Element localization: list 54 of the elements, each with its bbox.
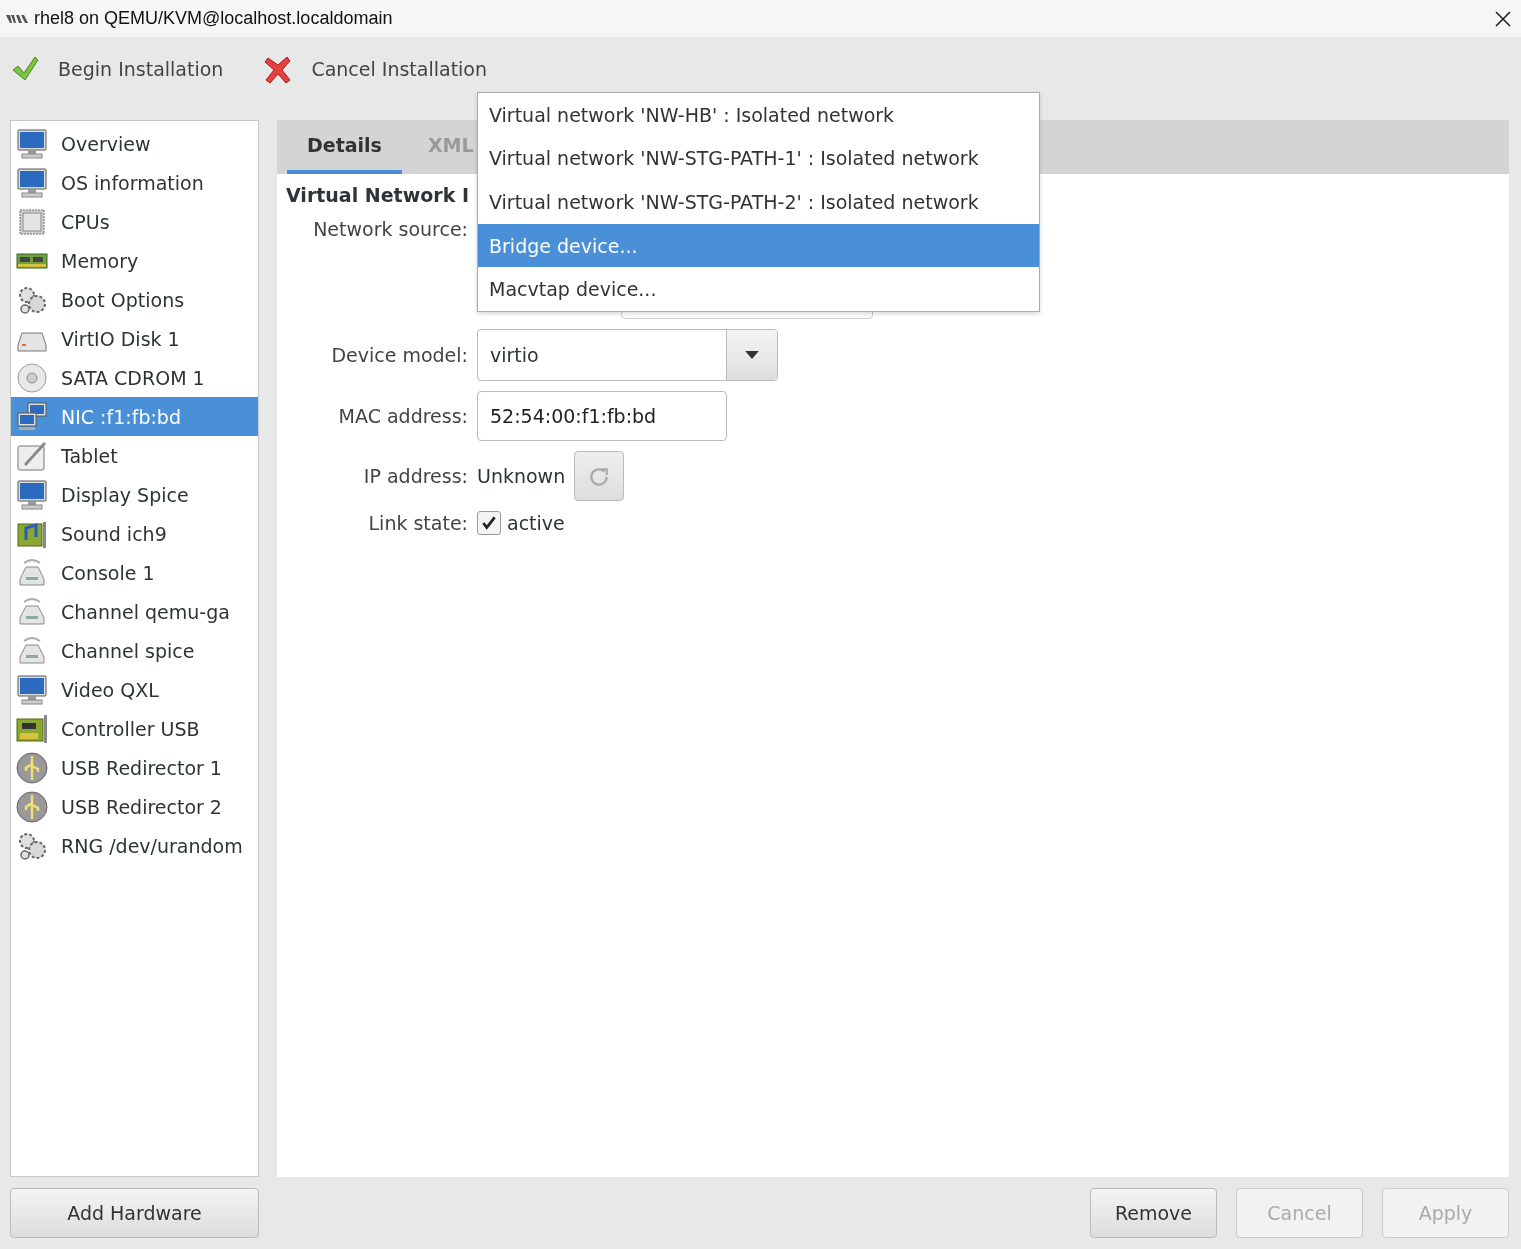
app-logo-icon (6, 13, 28, 24)
monitor-icon (15, 166, 49, 199)
menu-item[interactable]: Virtual network 'NW-STG-PATH-1' : Isolated network (478, 136, 1039, 181)
menu-item[interactable]: Virtual network 'NW-HB' : Isolated network (478, 93, 1039, 137)
field-label: Device model: (331, 344, 468, 366)
dialog-button[interactable]: Remove (1090, 1188, 1217, 1238)
toolbar-button[interactable]: Begin Installation (10, 50, 224, 88)
add-hardware-button[interactable]: Add Hardware (10, 1188, 259, 1238)
tab[interactable]: Details (287, 120, 402, 174)
expansion-card-icon (15, 712, 49, 745)
sidebar-item[interactable]: VirtIO Disk 1 (11, 319, 258, 358)
close-icon[interactable] (1495, 10, 1511, 27)
usb-icon (15, 790, 49, 823)
sidebar-item[interactable]: Overview (11, 124, 258, 163)
mac-address-field[interactable]: 52:54:00:f1:fb:bd (477, 391, 727, 441)
field-label: MAC address: (338, 405, 468, 427)
ip-address-value: Unknown (477, 465, 566, 487)
cd-icon (15, 361, 49, 394)
monitor-icon (15, 127, 49, 160)
network-icon (15, 400, 49, 433)
sidebar-item[interactable]: OS information (11, 163, 258, 202)
sidebar-item[interactable]: Channel qemu-ga (11, 592, 258, 631)
sidebar-item[interactable]: Display Spice (11, 475, 258, 514)
sidebar-item[interactable]: CPUs (11, 202, 258, 241)
checkbox[interactable] (477, 511, 501, 535)
sidebar-item[interactable]: SATA CDROM 1 (11, 358, 258, 397)
monitor-icon (15, 673, 49, 706)
sidebar-item[interactable]: Console 1 (11, 553, 258, 592)
field-label: Network source: (313, 218, 468, 240)
device-model-dropdown[interactable]: virtio (477, 329, 778, 381)
field-label: IP address: (363, 465, 468, 487)
sidebar-item[interactable]: Sound ich9 (11, 514, 258, 553)
menu-item[interactable]: Virtual network 'NW-STG-PATH-2' : Isolated network (478, 180, 1039, 224)
field-label: Link state: (368, 512, 468, 534)
usb-icon (15, 751, 49, 784)
section-heading: Virtual Network I (286, 184, 469, 206)
sidebar-item[interactable]: RNG /dev/urandom (11, 826, 258, 865)
sidebar-item[interactable]: Tablet (11, 436, 258, 475)
tablet-icon (15, 439, 49, 472)
monitor-icon (15, 478, 49, 511)
checkbox-label: active (507, 512, 565, 534)
sidebar-item[interactable]: Memory (11, 241, 258, 280)
sidebar-item[interactable]: Boot Options (11, 280, 258, 319)
checkmark-icon (480, 514, 498, 532)
menu-item[interactable]: Macvtap device... (478, 267, 1039, 311)
sidebar-item[interactable]: USB Redirector 2 (11, 787, 258, 826)
caret-icon (745, 351, 759, 359)
toolbar-button[interactable]: Cancel Installation (263, 50, 488, 88)
sidebar-item[interactable]: Controller USB (11, 709, 258, 748)
sidebar-item[interactable]: Video QXL (11, 670, 258, 709)
sidebar-item[interactable]: USB Redirector 1 (11, 748, 258, 787)
refresh-icon (588, 465, 611, 487)
window-title: rhel8 on QEMU/KVM@localhost.localdomain (34, 8, 394, 29)
sidebar-item[interactable]: Channel spice (11, 631, 258, 670)
